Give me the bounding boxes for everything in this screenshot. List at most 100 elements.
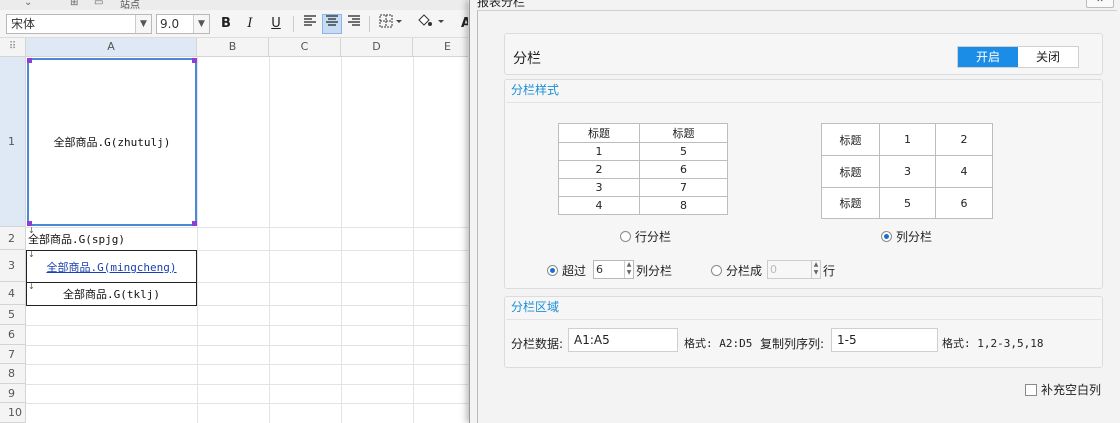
split-rows-spinner[interactable]: 0 ▲ ▼: [767, 260, 821, 279]
column-header-b[interactable]: B: [197, 38, 269, 57]
grid-line: [197, 57, 198, 423]
preview-cell: 8: [639, 196, 728, 215]
align-left-button[interactable]: [300, 14, 320, 34]
split-into-radio[interactable]: 分栏成: [711, 262, 762, 279]
selection-handle[interactable]: [192, 58, 197, 63]
align-left-icon: [304, 15, 316, 26]
radio-label: 超过: [562, 264, 587, 278]
spinner-arrows-icon[interactable]: ▲ ▼: [624, 261, 633, 278]
spinner-value: 6: [596, 263, 603, 276]
border-button[interactable]: [376, 14, 406, 34]
spinner-arrows-icon[interactable]: ▲ ▼: [811, 261, 820, 278]
copy-sequence-format: 格式: 1,2-3,5,18: [942, 337, 1044, 350]
report-column-dialog: 报表分栏 ✕ 分栏 开启 关闭 分栏样式 标题 标题 15 26 37 48 标…: [469, 0, 1120, 423]
file-tab[interactable]: 站点: [120, 0, 140, 10]
row-split-radio[interactable]: 行分栏: [620, 228, 671, 245]
grid-line: [26, 345, 468, 346]
chevron-down-icon[interactable]: ⌄: [24, 0, 32, 9]
row-header[interactable]: 6: [0, 325, 26, 345]
toolbar-divider: [369, 16, 370, 32]
fenlan-toggle[interactable]: 开启 关闭: [957, 46, 1079, 68]
selection-handle[interactable]: [192, 221, 197, 226]
row-header[interactable]: 2: [0, 227, 26, 250]
radio-label: 分栏成: [726, 264, 763, 278]
copy-sequence-label: 复制列序列:: [760, 337, 825, 351]
row-header[interactable]: 1: [0, 57, 26, 227]
column-header-a[interactable]: A: [26, 38, 197, 57]
section-header: 分栏区域: [511, 300, 560, 314]
format-toolbar: 宋体 ▼ 9.0 ▼ B I U A: [0, 10, 468, 38]
document-tab-strip: ⌄ ⊞ ▭ 站点: [0, 0, 468, 10]
style-section: 分栏样式 标题 标题 15 26 37 48 标题 1 2 标题 3 4 标题 5 6 行分…: [504, 79, 1103, 289]
cell-a2[interactable]: 全部商品.G(spjg): [27, 228, 197, 249]
column-header-e[interactable]: E: [413, 38, 468, 57]
column-header-c[interactable]: C: [269, 38, 341, 57]
row-header[interactable]: 5: [0, 305, 26, 325]
chevron-down-icon[interactable]: ▼: [135, 15, 151, 33]
grid-icon[interactable]: ⊞: [70, 0, 78, 9]
cell-a4[interactable]: 全部商品.G(tklj): [26, 282, 197, 306]
preview-cell: 2: [558, 160, 640, 179]
preview-cell: 2: [935, 123, 993, 156]
radio-circle: [881, 231, 892, 242]
exceed-columns-spinner[interactable]: 6 ▲ ▼: [593, 260, 634, 279]
preview-header: 标题: [558, 123, 640, 143]
preview-cell: 4: [935, 155, 993, 188]
radio-label: 列分栏: [896, 230, 933, 244]
underline-button[interactable]: U: [266, 14, 286, 34]
split-data-format: 格式: A2:D5: [684, 337, 753, 350]
radio-circle: [620, 231, 631, 242]
preview-header: 标题: [639, 123, 728, 143]
grid-line: [26, 403, 468, 404]
align-right-icon: [348, 15, 360, 26]
select-all-corner[interactable]: ⠿: [0, 38, 26, 57]
copy-sequence-input[interactable]: 1-5: [831, 328, 938, 352]
preview-cell: 3: [558, 178, 640, 197]
column-split-radio[interactable]: 列分栏: [881, 228, 932, 245]
align-right-button[interactable]: [344, 14, 364, 34]
row-split-preview: 标题 标题 15 26 37 48: [558, 123, 728, 215]
font-size-value: 9.0: [160, 17, 180, 31]
row-header[interactable]: 4: [0, 282, 26, 305]
toggle-off-button[interactable]: 关闭: [1018, 47, 1078, 67]
font-name-select[interactable]: 宋体 ▼: [6, 14, 152, 34]
row-header[interactable]: 7: [0, 345, 26, 364]
font-name-value: 宋体: [11, 17, 36, 31]
preview-cell: 7: [639, 178, 728, 197]
close-button[interactable]: ✕: [1086, 0, 1114, 8]
window-icon[interactable]: ▭: [94, 0, 103, 9]
font-color-icon[interactable]: A: [456, 14, 468, 34]
exceed-radio[interactable]: 超过: [547, 262, 586, 279]
split-data-input[interactable]: A1:A5: [568, 328, 678, 352]
expand-down-icon: ↓: [28, 250, 35, 259]
fill-blank-checkbox[interactable]: 补充空白列: [1025, 381, 1101, 398]
spinner-value: 0: [770, 263, 777, 276]
row-header[interactable]: 8: [0, 364, 26, 384]
bold-button[interactable]: B: [216, 14, 236, 34]
row-header[interactable]: 3: [0, 250, 26, 282]
checkbox-box: [1025, 383, 1037, 396]
exceed-suffix: 列分栏: [636, 264, 673, 278]
fenlan-section: 分栏 开启 关闭: [504, 33, 1103, 75]
align-center-button[interactable]: [322, 14, 342, 34]
row-header[interactable]: 10: [0, 403, 26, 423]
fill-color-button[interactable]: [414, 14, 448, 34]
preview-cell: 标题: [821, 187, 880, 219]
toggle-on-button[interactable]: 开启: [958, 47, 1018, 67]
area-section: 分栏区域 分栏数据: A1:A5 格式: A2:D5 复制列序列: 1-5 格式…: [504, 296, 1103, 368]
selection-handle[interactable]: [27, 58, 32, 63]
split-data-label: 分栏数据:: [511, 337, 564, 351]
preview-cell: 5: [639, 142, 728, 161]
paint-bucket-icon: [418, 14, 444, 26]
fenlan-label: 分栏: [513, 51, 541, 67]
preview-cell: 4: [558, 196, 640, 215]
cell-a3[interactable]: 全部商品.G(mingcheng): [26, 250, 197, 283]
chevron-down-icon[interactable]: ▼: [193, 15, 209, 33]
italic-button[interactable]: I: [240, 14, 260, 34]
row-header[interactable]: 9: [0, 384, 26, 403]
font-size-select[interactable]: 9.0 ▼: [156, 14, 210, 34]
grid-line: [269, 57, 270, 423]
column-header-d[interactable]: D: [341, 38, 413, 57]
cell-selection: [27, 58, 197, 226]
radio-label: 行分栏: [635, 230, 672, 244]
